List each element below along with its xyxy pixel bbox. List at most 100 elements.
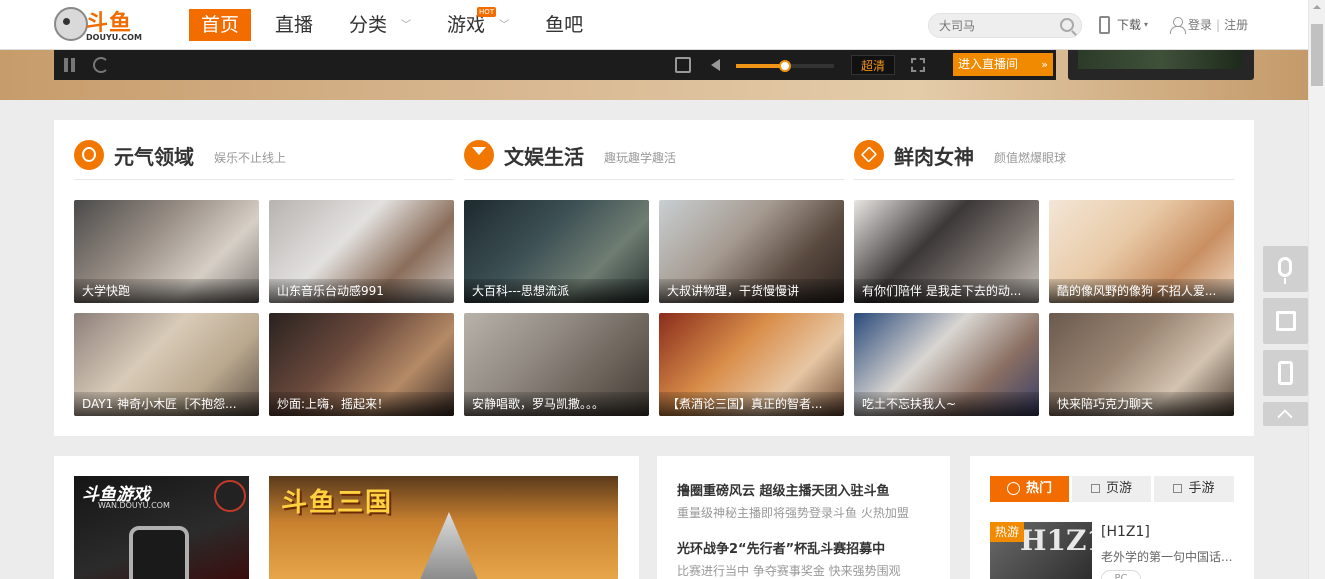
chevron-down-icon: ﹀ <box>401 19 412 31</box>
balloon-icon <box>74 140 104 170</box>
phone-icon <box>1099 16 1110 34</box>
graduation-cap-icon <box>464 140 494 170</box>
chevron-up-icon <box>1277 409 1293 425</box>
section-subtitle: 颜值燃爆眼球 <box>994 151 1067 165</box>
volume-knob[interactable] <box>779 60 791 72</box>
fullscreen-icon[interactable] <box>911 58 925 72</box>
thumbnail-text: H1Z1 <box>1020 524 1092 557</box>
enter-room-button[interactable]: 进入直播间 » <box>953 53 1053 76</box>
room-card[interactable]: DAY1 神奇小木匠［不抱怨... <box>74 313 259 416</box>
search-box <box>928 13 1082 38</box>
room-caption: 山东音乐台动感991 <box>269 279 454 303</box>
nav-live[interactable]: 直播 <box>263 9 325 41</box>
room-card[interactable]: 快来陪巧克力聊天 <box>1049 313 1234 416</box>
room-card[interactable]: 吃土不忘扶我人~ <box>854 313 1039 416</box>
room-card[interactable]: 有你们陪伴 是我走下去的动... <box>854 200 1039 303</box>
room-caption: 炒面:上嗨，摇起来！ <box>269 392 454 416</box>
voice-button[interactable] <box>1263 246 1308 292</box>
room-card[interactable]: 炒面:上嗨，摇起来！ <box>269 313 454 416</box>
news-box: 撸圈重磅风云 超级主播天团入驻斗鱼 重量级神秘主播即将强势登录斗鱼 火热加盟 光… <box>657 456 950 579</box>
news-title[interactable]: 撸圈重磅风云 超级主播天团入驻斗鱼 <box>677 480 890 499</box>
login-link[interactable]: 登录 <box>1188 15 1212 35</box>
nav-category[interactable]: 分类 ﹀ <box>337 9 423 41</box>
room-card[interactable]: 大叔讲物理，干货慢慢讲 <box>659 200 844 303</box>
game-desc: 老外学的第一句中国话... <box>1101 550 1233 564</box>
douyu-logo[interactable]: 斗鱼 DOUYU.COM <box>54 5 146 45</box>
quality-button[interactable]: 超清 <box>851 55 895 75</box>
room-caption: 大叔讲物理，干货慢慢讲 <box>659 279 844 303</box>
fish-mascot-icon <box>54 7 88 41</box>
room-card[interactable]: 大学快跑 <box>74 200 259 303</box>
volume-icon[interactable] <box>711 59 720 71</box>
register-link[interactable]: 注册 <box>1224 15 1248 35</box>
nav-fishbar[interactable]: 鱼吧 <box>533 9 595 41</box>
nav-games-label: 游戏 <box>447 14 486 36</box>
room-card[interactable]: 安静唱歌，罗马凯撒。。。 <box>464 313 649 416</box>
logo-domain: DOUYU.COM <box>86 33 142 42</box>
room-caption: DAY1 神奇小木匠［不抱怨... <box>74 392 259 416</box>
tab-mobilegames[interactable]: 手游 <box>1154 476 1234 502</box>
douyu-games-ad[interactable]: 斗鱼游戏 WAN.DOUYU.COM <box>74 476 249 579</box>
ad-url: WAN.DOUYU.COM <box>98 501 170 510</box>
search-input[interactable] <box>929 14 1049 37</box>
scrollbar-thumb[interactable] <box>1311 24 1323 86</box>
mobile-app-button[interactable] <box>1263 350 1308 396</box>
artwork-image <box>419 512 479 579</box>
room-caption: 大百科---思想流派 <box>464 279 649 303</box>
room-card[interactable]: 大百科---思想流派 <box>464 200 649 303</box>
section-title[interactable]: 元气领域 <box>114 141 194 170</box>
room-caption: 吃土不忘扶我人~ <box>854 392 1039 416</box>
game-name[interactable]: [H1Z1] <box>1101 524 1150 540</box>
hot-badge: HOT <box>477 7 497 17</box>
tab-hot[interactable]: 热门 <box>990 476 1069 502</box>
edit-icon[interactable] <box>675 57 691 73</box>
double-arrow-icon: » <box>1041 58 1048 71</box>
search-icon[interactable] <box>1060 18 1074 32</box>
page-scrollbar[interactable] <box>1308 0 1325 579</box>
section-wenyu: 文娱生活 趣玩趣学趣活 大百科---思想流派 大叔讲物理，干货慢慢讲 安静唱歌，… <box>464 140 844 416</box>
room-caption: 有你们陪伴 是我走下去的动... <box>854 279 1039 303</box>
enter-room-label: 进入直播间 <box>958 57 1019 71</box>
douyu-sanguo-ad[interactable]: 斗鱼三国 <box>269 476 618 579</box>
platform-tag: PC <box>1101 570 1141 579</box>
chevron-down-icon: ﹀ <box>499 19 510 31</box>
nav-games[interactable]: 游戏 HOT ﹀ <box>435 7 521 41</box>
caret-down-icon: ▾ <box>1144 20 1149 29</box>
section-yuanqi: 元气领域 娱乐不止线上 大学快跑 山东音乐台动感991 DAY1 神奇小木匠［不… <box>74 140 454 416</box>
video-player-controls: 超清 进入直播间 » <box>54 50 1056 80</box>
download-menu[interactable]: 下载 ▾ <box>1099 15 1148 35</box>
heart-icon <box>854 140 884 170</box>
microphone-icon <box>1278 257 1292 284</box>
room-caption: 大学快跑 <box>74 279 259 303</box>
top-header: 斗鱼 DOUYU.COM 首页 直播 分类﹀ 游戏HOT﹀ 鱼吧 下载 ▾ 登录… <box>0 0 1325 50</box>
room-card[interactable]: 【煮酒论三国】真正的智者... <box>659 313 844 416</box>
volume-slider[interactable] <box>736 60 834 72</box>
scroll-up-arrow-icon[interactable] <box>1313 5 1321 9</box>
autofull-logo-icon <box>214 480 246 512</box>
section-header: 文娱生活 趣玩趣学趣活 <box>464 140 844 180</box>
window-icon <box>1090 484 1100 493</box>
section-subtitle: 趣玩趣学趣活 <box>604 151 677 165</box>
section-subtitle: 娱乐不止线上 <box>214 151 287 165</box>
tab-webgames[interactable]: 页游 <box>1072 476 1151 502</box>
room-caption: 安静唱歌，罗马凯撒。。。 <box>464 392 649 416</box>
volume-fill <box>736 64 785 68</box>
nav-home[interactable]: 首页 <box>189 9 252 41</box>
room-caption: 【煮酒论三国】真正的智者... <box>659 392 844 416</box>
section-header: 鲜肉女神 颜值燃爆眼球 <box>854 140 1234 180</box>
room-card[interactable]: 山东音乐台动感991 <box>269 200 454 303</box>
room-card[interactable]: 酷的像风野的像狗 不招人爱... <box>1049 200 1234 303</box>
nav-fishbar-label: 鱼吧 <box>545 14 584 36</box>
section-title[interactable]: 文娱生活 <box>504 141 584 170</box>
recommend-thumbnail[interactable] <box>1068 50 1254 80</box>
hot-games-box: 热门 页游 手游 热游 H1Z1 [H1Z1] 老外学的第一句中国话... PC <box>970 456 1254 579</box>
feedback-button[interactable] <box>1263 298 1308 344</box>
pause-icon[interactable] <box>63 58 77 72</box>
back-to-top-button[interactable] <box>1263 402 1308 426</box>
news-desc: 重量级神秘主播即将强势登录斗鱼 火热加盟 <box>677 506 909 520</box>
category-panel: 元气领域 娱乐不止线上 大学快跑 山东音乐台动感991 DAY1 神奇小木匠［不… <box>54 120 1254 436</box>
news-title[interactable]: 光环战争2“先行者”杯乱斗赛招募中 <box>677 538 885 557</box>
section-title[interactable]: 鲜肉女神 <box>894 141 974 170</box>
tab-label: 页游 <box>1105 481 1132 496</box>
refresh-icon[interactable] <box>93 57 109 73</box>
